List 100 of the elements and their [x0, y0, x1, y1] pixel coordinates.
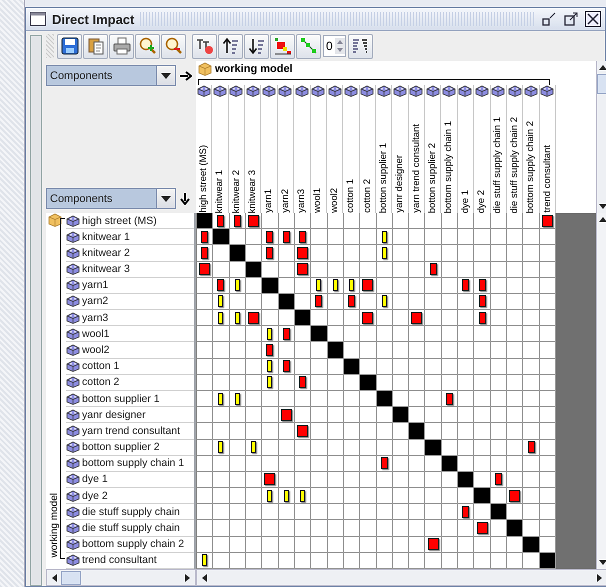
component-icon: [66, 457, 80, 470]
partition-button[interactable]: [270, 34, 295, 58]
component-icon: [66, 328, 80, 340]
clipboard-icon: [86, 37, 104, 55]
row-label: die stuff supply chain: [82, 506, 180, 518]
sort-up-icon: [222, 37, 240, 55]
scroll-left-icon[interactable]: [50, 572, 58, 582]
group-box-icon: [48, 213, 62, 227]
column-header: yanr designer: [395, 154, 405, 213]
row-label: yarn trend consultant: [82, 424, 180, 437]
component-icon: [66, 506, 80, 518]
zoom-out-button[interactable]: [161, 34, 186, 58]
clear-marks-icon: [196, 37, 214, 55]
column-header: knitwear 3: [248, 168, 258, 213]
scroll-right-icon[interactable]: [596, 572, 604, 582]
component-icon: [344, 85, 358, 97]
column-header: yarn3: [297, 188, 307, 213]
component-icon: [66, 376, 80, 388]
row-label: yarn2: [82, 295, 108, 308]
column-header: wool1: [313, 187, 323, 213]
list-button[interactable]: [348, 34, 373, 58]
component-icon: [426, 85, 440, 97]
row-type-dropdown[interactable]: Components: [46, 188, 176, 209]
row-label: knitwear 1: [82, 230, 130, 243]
clear-button[interactable]: [192, 34, 217, 58]
sort-descending-button[interactable]: [244, 34, 269, 58]
column-type-dropdown[interactable]: Components: [46, 65, 176, 86]
component-icon: [409, 85, 424, 97]
vertical-scrollbar[interactable]: [596, 61, 606, 213]
component-icon: [66, 554, 80, 566]
component-icon: [66, 538, 80, 550]
column-header: bottom supply chain 2: [526, 120, 536, 213]
row-label: botton supplier 2: [82, 441, 160, 454]
component-icon: [66, 230, 80, 243]
zoom-out-icon: [164, 37, 182, 55]
zoom-in-button[interactable]: [135, 34, 160, 58]
copy-button[interactable]: [83, 34, 108, 58]
arrow-right-icon: [180, 70, 192, 80]
scroll-left-icon[interactable]: [200, 572, 208, 582]
window-icon: [30, 12, 46, 26]
scroll-right-icon[interactable]: [184, 572, 192, 582]
component-icon: [294, 85, 309, 97]
printer-icon: [112, 37, 130, 55]
component-icon: [311, 85, 326, 97]
row-label: trend consultant: [82, 554, 157, 566]
scroll-up-icon[interactable]: [598, 63, 606, 71]
row-label: botton supplier 1: [82, 392, 160, 405]
column-header: yarn trend consultant: [412, 123, 422, 213]
toolbar-grip[interactable]: [46, 34, 54, 58]
number-spinner[interactable]: 0: [323, 35, 346, 57]
component-icon: [213, 85, 228, 97]
restore-icon[interactable]: [541, 12, 557, 26]
component-icon: [66, 490, 80, 502]
floppy-icon: [60, 37, 78, 55]
component-icon: [524, 85, 538, 97]
row-label: wool2: [82, 344, 110, 356]
save-button[interactable]: [57, 34, 82, 58]
component-icon: [458, 85, 472, 97]
close-icon[interactable]: [585, 11, 601, 27]
bars-list-icon: [351, 37, 370, 55]
group-box-icon: [198, 62, 212, 76]
scroll-up-icon[interactable]: [598, 215, 606, 223]
scroll-thumb[interactable]: [596, 74, 606, 94]
component-icon: [393, 85, 408, 97]
scroll-down-icon[interactable]: [598, 559, 606, 567]
component-icon: [196, 85, 211, 97]
component-icon: [66, 441, 80, 454]
row-label: yanr designer: [82, 408, 146, 421]
column-header: wool2: [330, 187, 340, 213]
horizontal-scrollbar[interactable]: [46, 569, 196, 586]
row-label: bottom supply chain 1: [82, 457, 184, 470]
component-icon: [66, 344, 80, 356]
component-icon: [66, 246, 80, 259]
maximize-icon[interactable]: [563, 12, 579, 26]
horizontal-scrollbar[interactable]: [196, 569, 606, 586]
component-icon: [474, 85, 489, 97]
scroll-down-icon[interactable]: [598, 203, 606, 211]
column-header: yarn1: [264, 188, 274, 213]
column-header: dye 2: [477, 188, 487, 213]
column-header: botton supplier 1: [378, 142, 388, 213]
row-label: die stuff supply chain: [82, 522, 180, 534]
vertical-scrollbar[interactable]: [596, 213, 606, 569]
component-icon: [491, 85, 506, 97]
row-label: wool1: [82, 328, 110, 340]
component-icon: [66, 424, 80, 437]
scroll-thumb[interactable]: [61, 570, 81, 584]
row-label: yarn3: [82, 312, 108, 324]
component-icon: [442, 85, 456, 97]
spin-up-icon[interactable]: [336, 39, 344, 45]
zoom-in-icon: [138, 37, 156, 55]
spin-down-icon[interactable]: [336, 47, 344, 53]
component-icon: [66, 312, 80, 324]
component-icon: [508, 85, 522, 97]
column-header: dye 1: [460, 188, 470, 213]
print-button[interactable]: [109, 34, 134, 58]
column-header: die stuff supply chain 2: [510, 116, 520, 213]
column-header: cotton 1: [346, 178, 356, 213]
sort-ascending-button[interactable]: [218, 34, 243, 58]
column-header: high street (MS): [198, 144, 208, 213]
component-icon: [66, 392, 80, 405]
